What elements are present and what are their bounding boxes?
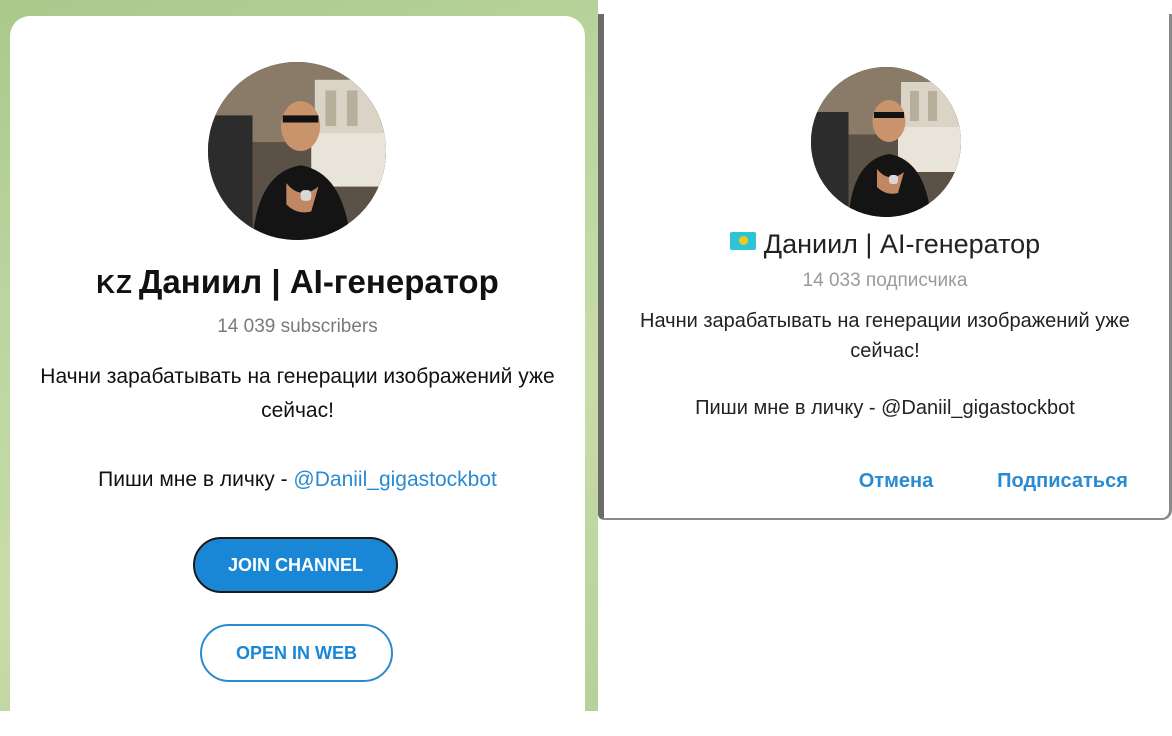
kazakhstan-flag-icon	[729, 232, 756, 250]
contact-prefix: Пиши мне в личку -	[98, 468, 294, 491]
dialog-description: Начни зарабатывать на генерации изображе…	[640, 310, 1130, 362]
dialog-channel-title: Даниил | AI-генератор	[604, 229, 1166, 260]
dialog-channel-avatar	[811, 67, 961, 217]
channel-title: KZ Даниил | AI-генератор	[10, 263, 585, 301]
open-in-web-button[interactable]: OPEN IN WEB	[200, 624, 393, 682]
dialog-title-text: Даниил | AI-генератор	[763, 229, 1041, 259]
contact-line: Пиши мне в личку - @Daniil_gigastockbot	[10, 468, 585, 492]
subscriber-count: 14 039 subscribers	[217, 316, 378, 337]
dialog-contact-line: Пиши мне в личку - @Daniil_gigastockbot	[695, 397, 1075, 419]
cancel-button[interactable]: Отмена	[846, 467, 946, 495]
channel-title-text: Даниил | AI-генератор	[138, 263, 499, 300]
kz-flag-icon: KZ	[96, 269, 133, 299]
channel-description: Начни зарабатывать на генерации изображе…	[40, 365, 555, 422]
join-channel-button[interactable]: JOIN CHANNEL	[193, 537, 398, 593]
bot-link[interactable]: @Daniil_gigastockbot	[293, 468, 496, 491]
channel-avatar	[208, 62, 386, 240]
subscribe-button[interactable]: Подписаться	[985, 467, 1140, 495]
dialog-subscriber-count: 14 033 подписчика	[802, 270, 968, 291]
